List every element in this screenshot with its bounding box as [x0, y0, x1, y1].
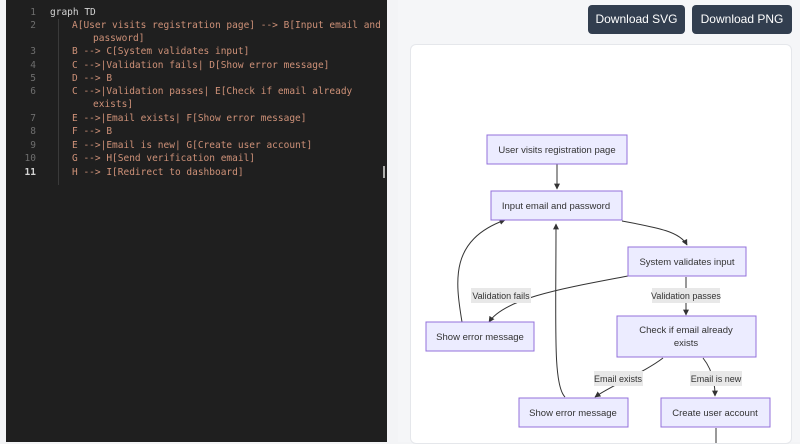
code-text: B --> C[System validates input] [72, 46, 250, 57]
code-text: E -->|Email is new| G[Create user accoun… [72, 140, 313, 151]
line-number: 1 [30, 7, 36, 18]
node-label: Show error message [529, 408, 617, 419]
node-label: exists [674, 338, 699, 349]
code-text: exists] [93, 99, 134, 110]
text-cursor [383, 166, 385, 178]
edge-label-validation-fails: Validation fails [472, 291, 530, 301]
node-label: Show error message [436, 332, 524, 343]
code-text: E -->|Email exists| F[Show error message… [72, 113, 307, 124]
line-number: 9 [30, 140, 36, 151]
edge-d-b [457, 219, 506, 323]
diagram-canvas: Validation fails Validation passes Email… [410, 44, 792, 444]
line-number: 3 [30, 46, 36, 57]
line-number: 2 [30, 20, 36, 31]
download-svg-button[interactable]: Download SVG [588, 5, 685, 34]
code-editor[interactable]: 1 graph TD 2 A[User visits registration … [6, 0, 387, 442]
line-number: 11 [24, 167, 36, 178]
code-text: C -->|Validation fails| D[Show error mes… [72, 60, 330, 71]
edge-label-email-is-new: Email is new [691, 374, 742, 384]
line-number: 8 [30, 126, 36, 137]
code-text: C -->|Validation passes| E[Check if emai… [72, 86, 353, 97]
code-text: password] [93, 33, 145, 44]
node-label: User visits registration page [498, 145, 615, 156]
code-text: H --> I[Redirect to dashboard] [72, 167, 244, 178]
code-text: D --> B [72, 73, 113, 84]
flowchart: Validation fails Validation passes Email… [425, 134, 771, 443]
edge-label-validation-passes: Validation passes [651, 291, 721, 301]
edge-b-c [621, 220, 688, 246]
code-text: F --> B [72, 126, 113, 137]
line-number: 4 [30, 60, 36, 71]
download-png-button[interactable]: Download PNG [692, 5, 792, 34]
node-label: System validates input [639, 257, 734, 268]
line-number: 7 [30, 113, 36, 124]
edge-label-email-exists: Email exists [594, 374, 643, 384]
line-number: 6 [30, 86, 36, 97]
edge-f-b [552, 223, 566, 398]
code-text: graph TD [50, 7, 96, 18]
indent-guide [58, 19, 59, 185]
line-number: 5 [30, 73, 36, 84]
line-number: 10 [24, 153, 36, 164]
code-text: G --> H[Send verification email] [72, 153, 256, 164]
node-label: Input email and password [502, 201, 610, 212]
node-label: Check if email already [639, 325, 733, 336]
node-label: Create user account [672, 408, 758, 419]
code-text: A[User visits registration page] --> B[I… [72, 20, 381, 31]
node-check-email [616, 315, 757, 358]
